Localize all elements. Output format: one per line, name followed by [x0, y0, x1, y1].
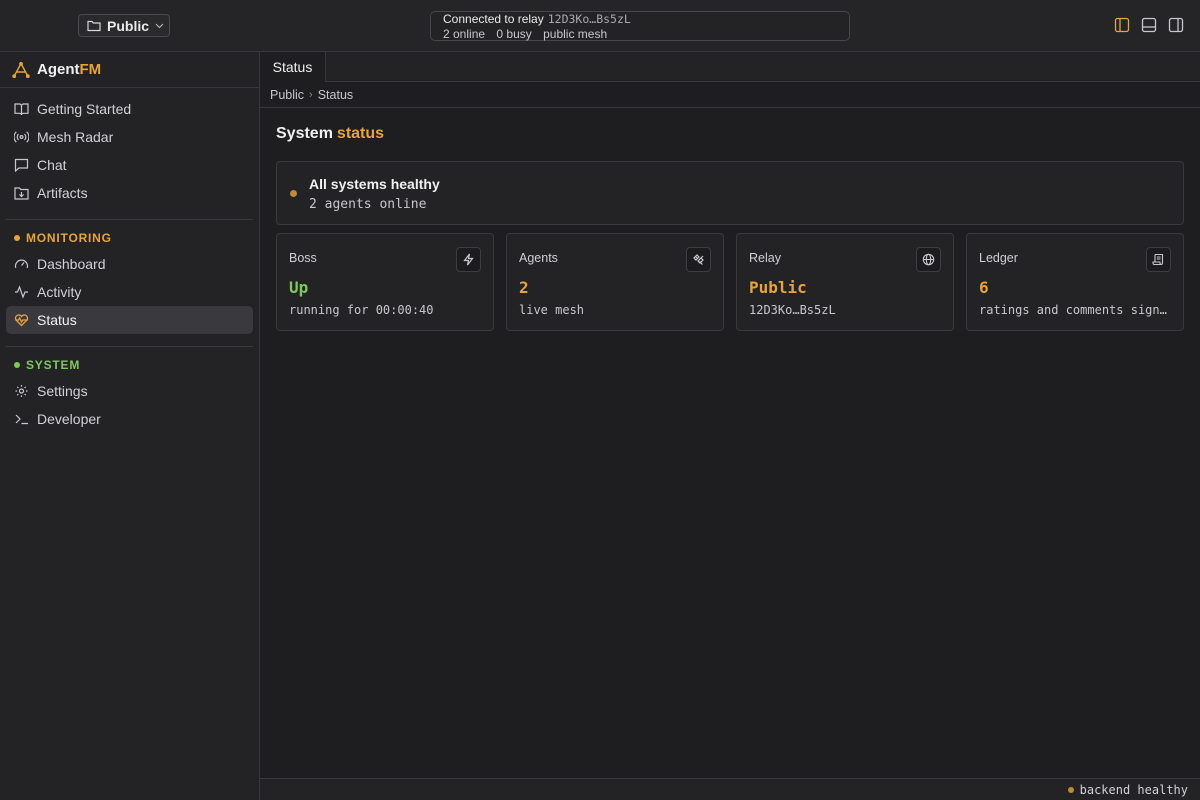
- sidebar-item-label: Mesh Radar: [37, 129, 114, 145]
- relay-label: Connected to relay: [443, 12, 544, 26]
- stat-value: 2: [519, 278, 529, 297]
- terminal-icon: [15, 414, 28, 425]
- globe-icon: [916, 247, 941, 272]
- stat-value: Public: [749, 278, 807, 297]
- sidebar-item-getting-started[interactable]: Getting Started: [6, 95, 253, 123]
- stat-label: Agents: [519, 251, 558, 265]
- section-label: MONITORING: [26, 231, 112, 245]
- radar-icon: [14, 131, 29, 143]
- stat-card-boss: Boss Up running for 00:00:40: [276, 233, 494, 331]
- title-accent: status: [336, 125, 385, 142]
- stat-sub: live mesh: [519, 303, 585, 317]
- relay-id: 12D3Ko…Bs5zL: [547, 12, 631, 26]
- stat-label: Boss: [289, 251, 317, 265]
- stat-value: Up: [289, 278, 309, 297]
- sidebar-item-dashboard[interactable]: Dashboard: [6, 250, 253, 278]
- bottom-panel-icon[interactable]: [1141, 17, 1157, 33]
- folder-icon: [87, 20, 101, 32]
- health-subtitle: 2 agents online: [309, 197, 427, 212]
- right-panel-icon[interactable]: [1168, 17, 1184, 33]
- relay-stats: 2 online 0 busy public mesh: [443, 27, 615, 41]
- mesh-type: public mesh: [543, 27, 608, 41]
- sidebar-item-label: Settings: [37, 383, 88, 399]
- breadcrumb: Public › Status: [260, 82, 1200, 108]
- workspace-label: Public: [107, 17, 150, 34]
- stat-card-relay: Relay Public 12D3Ko…Bs5zL: [736, 233, 954, 331]
- satellite-icon: [686, 247, 711, 272]
- breadcrumb-item: Status: [317, 87, 354, 102]
- sidebar-item-chat[interactable]: Chat: [6, 151, 253, 179]
- sidebar-divider: [6, 346, 253, 347]
- stat-label: Ledger: [979, 251, 1018, 265]
- stat-sub: running for 00:00:40: [289, 303, 434, 317]
- title-prefix: System: [276, 125, 333, 142]
- online-count: 2 online: [443, 27, 486, 41]
- tab-bar: Status: [260, 52, 1200, 82]
- brand[interactable]: AgentFM: [0, 52, 259, 88]
- sidebar-item-artifacts[interactable]: Artifacts: [6, 179, 253, 207]
- sidebar-item-label: Getting Started: [37, 101, 132, 117]
- page-title: System status: [276, 125, 384, 143]
- nav-primary: Getting Started Mesh Radar Chat Artifact…: [0, 88, 259, 207]
- lightning-icon: [456, 247, 481, 272]
- brand-accent: FM: [79, 61, 102, 78]
- scroll-icon: [1146, 247, 1171, 272]
- status-bar: backend healthy: [260, 778, 1200, 800]
- health-summary-card: All systems healthy 2 agents online: [276, 161, 1184, 225]
- busy-count: 0 busy: [496, 27, 532, 41]
- sidebar: AgentFM Getting Started Mesh Radar Chat …: [0, 52, 260, 800]
- backend-status-text: backend healthy: [1079, 782, 1188, 797]
- chevron-down-icon: [155, 23, 164, 28]
- relay-line: Connected to relay 12D3Ko…Bs5zL: [443, 12, 631, 26]
- relay-connection-status[interactable]: Connected to relay 12D3Ko…Bs5zL 2 online …: [430, 11, 850, 41]
- sidebar-divider: [6, 219, 253, 220]
- nav-system: Settings Developer: [0, 377, 259, 433]
- sidebar-item-settings[interactable]: Settings: [6, 377, 253, 405]
- breadcrumb-item[interactable]: Public: [270, 88, 304, 102]
- sidebar-item-label: Artifacts: [37, 185, 88, 201]
- left-panel-icon[interactable]: [1114, 17, 1130, 33]
- section-label: SYSTEM: [26, 358, 81, 372]
- stat-value: 6: [979, 278, 989, 297]
- sidebar-item-mesh-radar[interactable]: Mesh Radar: [6, 123, 253, 151]
- sidebar-item-status[interactable]: Status: [6, 306, 253, 334]
- stat-sub: 12D3Ko…Bs5zL: [749, 303, 836, 317]
- backend-status-dot: [1067, 786, 1074, 793]
- layout-toggles: [1114, 17, 1184, 33]
- chevron-right-icon: ›: [309, 88, 313, 101]
- tab-status[interactable]: Status: [260, 52, 326, 82]
- health-status-dot: [290, 190, 297, 197]
- folder-download-icon: [14, 187, 29, 200]
- section-system: SYSTEM: [0, 357, 259, 373]
- nav-monitoring: Dashboard Activity Status: [0, 250, 259, 334]
- book-open-icon: [14, 103, 29, 116]
- sidebar-item-label: Activity: [37, 284, 82, 300]
- gauge-icon: [14, 259, 29, 269]
- stat-card-agents: Agents 2 live mesh: [506, 233, 724, 331]
- stat-sub: ratings and comments signed: [979, 303, 1173, 317]
- stat-card-ledger: Ledger 6 ratings and comments signed: [966, 233, 1184, 331]
- chat-bubble-icon: [14, 158, 29, 172]
- health-title: All systems healthy: [309, 176, 440, 192]
- top-bar: Public Connected to relay 12D3Ko…Bs5zL 2 …: [0, 0, 1200, 52]
- sidebar-item-label: Chat: [37, 157, 67, 173]
- section-monitoring: MONITORING: [0, 230, 259, 246]
- section-dot: [14, 235, 20, 241]
- sidebar-item-activity[interactable]: Activity: [6, 278, 253, 306]
- sidebar-item-developer[interactable]: Developer: [6, 405, 253, 433]
- gear-icon: [15, 385, 28, 397]
- sidebar-item-label: Dashboard: [37, 256, 106, 272]
- heart-pulse-icon: [14, 314, 29, 327]
- brand-name: Agent: [37, 61, 80, 78]
- activity-icon: [15, 285, 28, 299]
- section-dot: [14, 362, 20, 368]
- agentfm-logo-icon: [12, 61, 30, 78]
- sidebar-item-label: Status: [37, 312, 77, 328]
- workspace-selector[interactable]: Public: [78, 14, 170, 37]
- stat-label: Relay: [749, 251, 781, 265]
- sidebar-item-label: Developer: [37, 411, 101, 427]
